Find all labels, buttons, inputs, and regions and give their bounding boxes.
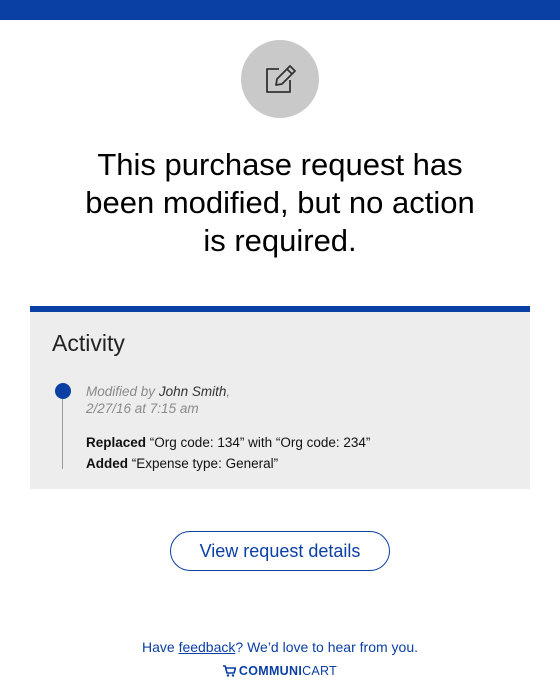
timeline-line bbox=[62, 399, 63, 469]
activity-author: John Smith bbox=[158, 384, 227, 399]
activity-changes: Replaced “Org code: 134” with “Org code:… bbox=[86, 432, 370, 474]
title-line-1: This purchase request has bbox=[97, 147, 463, 182]
change-item: Replaced “Org code: 134” with “Org code:… bbox=[86, 432, 370, 453]
title-line-2: been modified, but no action bbox=[85, 185, 475, 220]
modified-by-label: Modified by bbox=[86, 384, 156, 399]
brand-logo: COMMUNI CART bbox=[0, 664, 560, 678]
activity-title: Activity bbox=[52, 330, 125, 356]
change-detail: “Expense type: General” bbox=[131, 456, 279, 471]
change-action: Added bbox=[86, 456, 128, 471]
top-bar bbox=[0, 0, 560, 20]
edit-icon-graphic bbox=[266, 65, 296, 93]
change-action: Replaced bbox=[86, 435, 147, 450]
brand-name-light: CART bbox=[302, 664, 338, 678]
page-title: This purchase request has been modified,… bbox=[60, 146, 500, 260]
view-request-details-button[interactable]: View request details bbox=[170, 531, 390, 571]
brand-name-strong: COMMUNI bbox=[238, 664, 303, 678]
feedback-suffix: ? We’d love to hear from you. bbox=[235, 639, 418, 655]
edit-icon bbox=[241, 40, 319, 118]
timeline-dot bbox=[55, 383, 71, 399]
cart-icon bbox=[222, 665, 236, 677]
meta-separator: , bbox=[226, 384, 231, 399]
activity-timestamp: 2/27/16 at 7:15 am bbox=[86, 401, 199, 416]
feedback-link[interactable]: feedback bbox=[179, 639, 236, 655]
feedback-line: Have feedback? We’d love to hear from yo… bbox=[0, 639, 560, 655]
title-line-3: is required. bbox=[203, 223, 357, 258]
feedback-prefix: Have bbox=[141, 639, 179, 655]
activity-panel: Activity Modified by John Smith, 2/27/16… bbox=[30, 306, 530, 489]
change-detail: “Org code: 134” with “Org code: 234” bbox=[149, 435, 371, 450]
change-item: Added “Expense type: General” bbox=[86, 453, 370, 474]
activity-meta: Modified by John Smith, 2/27/16 at 7:15 … bbox=[86, 383, 230, 417]
